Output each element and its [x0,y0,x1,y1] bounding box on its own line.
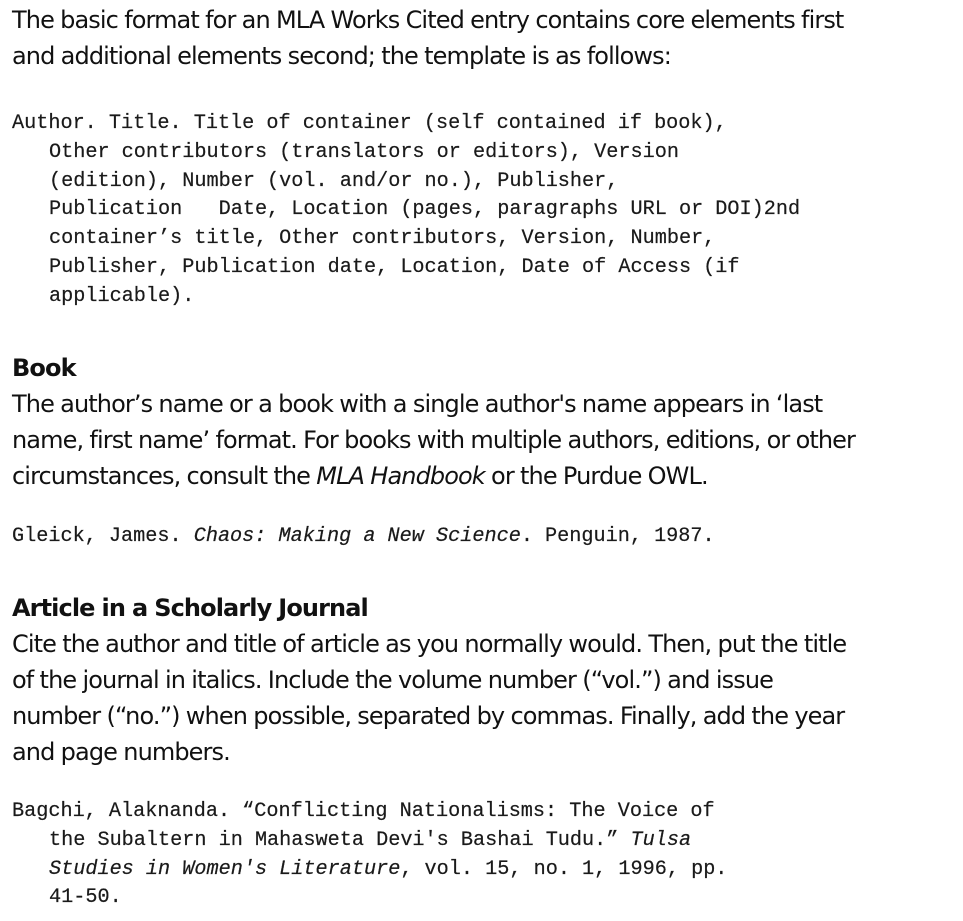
article-example-citation: Bagchi, Alaknanda. “Conflicting National… [12,798,728,913]
article-description-line: and page numbers. [12,738,231,766]
intro-line: The basic format for an MLA Works Cited … [12,6,844,34]
article-description-line: number (“no.”) when possible, separated … [12,702,845,730]
desc-text: or the Purdue OWL. [484,462,709,490]
citation-line: Author. Title. Title of container (self … [12,112,727,135]
journal-title: Tulsa [630,828,692,852]
template-citation: Author. Title. Title of container (self … [12,110,800,312]
article-description-line: of the journal in italics. Include the v… [12,666,774,694]
citation-line: Other contributors (translators or edito… [49,140,679,164]
article-section: Article in a Scholarly Journal Cite the … [12,590,847,770]
citation-line: (edition), Number (vol. and/or no.), Pub… [49,169,619,193]
citation-title: Chaos: Making a New Science [193,525,521,548]
citation-publication: . Penguin, 1987. [520,525,715,548]
citation-line: Studies in Women's Literature, vol. 15, … [12,856,728,885]
section-heading-article: Article in a Scholarly Journal [12,594,369,622]
citation-line: Bagchi, Alaknanda. “Conflicting National… [12,800,715,823]
citation-line: applicable). [49,284,195,308]
citation-line: 41-50. [49,886,122,910]
desc-text: circumstances, consult the [12,462,317,490]
citation-line: Publisher, Publication date, Location, D… [49,255,740,279]
intro-paragraph: The basic format for an MLA Works Cited … [12,2,844,74]
article-description-line: Cite the author and title of article as … [12,630,847,658]
journal-title: Studies in Women's Literature [49,857,401,881]
book-description-line: circumstances, consult the MLA Handbook … [12,458,855,494]
citation-line: the Subaltern in Mahasweta Devi's Bashai… [12,827,727,856]
handbook-title: MLA Handbook [316,462,485,490]
citation-line: Gleick, James. Chaos: Making a New Scien… [12,523,715,552]
book-section: Book The author’s name or a book with a … [12,350,856,494]
intro-line: and additional elements second; the temp… [12,42,672,70]
citation-line: Publication Date, Location (pages, parag… [49,198,801,222]
book-description-line: The author’s name or a book with a singl… [12,390,823,418]
citation-line: container’s title, Other contributors, V… [49,227,716,251]
section-heading-book: Book [12,354,77,382]
book-example-citation: Gleick, James. Chaos: Making a New Scien… [12,523,715,552]
citation-author: Gleick, James. [12,525,194,548]
citation-text: the Subaltern in Mahasweta Devi's Bashai… [49,828,631,852]
book-description-line: name, first name’ format. For books with… [12,426,856,454]
citation-text: , vol. 15, no. 1, 1996, pp. [400,857,728,881]
